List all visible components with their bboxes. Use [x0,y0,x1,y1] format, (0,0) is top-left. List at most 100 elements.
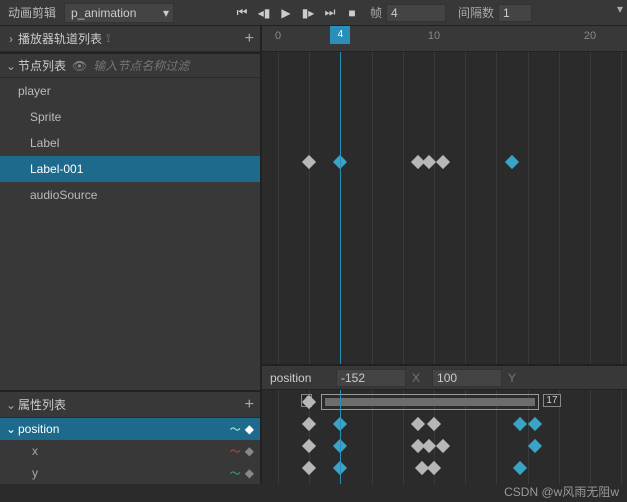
play-button[interactable]: ▶ [278,5,294,21]
keyframe[interactable] [436,155,450,169]
node-item[interactable]: audioSource [0,182,260,208]
grid-line [309,52,310,364]
keyframe-icon[interactable]: ◆ [245,466,254,480]
grid-line [278,52,279,364]
prop-key-canvas[interactable]: 417 [262,390,627,484]
prop-position[interactable]: ⌄ position 〜 ◆ [0,418,260,440]
prop-editor: position X Y 417 [262,364,627,484]
keyframe[interactable] [505,155,519,169]
chevron-down-icon: ⌄ [6,422,16,436]
playhead-line[interactable] [340,52,341,364]
props-title: 属性列表 [18,396,66,413]
chevron-down-icon[interactable]: ▾ [617,2,623,16]
chevron-down-icon[interactable]: ⌄ [6,59,16,73]
grid-line [434,52,435,364]
stop-button[interactable]: ■ [344,5,360,21]
x-label: X [412,371,420,385]
first-frame-button[interactable]: ⏮ [234,5,250,21]
clip-name: p_animation [71,6,136,20]
x-input[interactable] [336,369,406,387]
node-item[interactable]: Label [0,130,260,156]
node-item[interactable]: Sprite [0,104,260,130]
playhead-marker[interactable]: 4 [330,26,350,44]
interval-input[interactable] [498,4,532,22]
add-prop-button[interactable]: + [245,396,254,414]
clip-select[interactable]: p_animation ▾ [64,3,174,23]
nodes-title: 节点列表 [18,57,66,74]
keyframe[interactable] [513,461,527,475]
seg-end-label: 17 [543,394,560,407]
frame-label: 帧 [370,4,382,21]
prop-label: x [32,444,38,458]
nodes-header: ⌄ 节点列表 👁 [0,52,260,78]
frame-input[interactable] [386,4,446,22]
prop-y[interactable]: y 〜 ◆ [0,462,260,484]
clip-label: 动画剪辑 [0,4,64,21]
ruler-tick: 0 [275,30,281,42]
grid-line [590,52,591,364]
keyframe-canvas[interactable] [262,52,627,364]
keyframe[interactable] [436,439,450,453]
keyframe[interactable] [427,461,441,475]
playback-controls: ⏮ ◂▮ ▶ ▮▸ ⏭ ■ [234,5,360,21]
keyframe[interactable] [411,417,425,431]
grid-line [621,390,622,484]
grid-line [496,52,497,364]
props-header: ⌄ 属性列表 + [0,392,260,418]
interval-label: 间隔数 [458,4,494,21]
ruler-tick: 10 [428,30,440,42]
y-input[interactable] [432,369,502,387]
prop-x[interactable]: x 〜 ◆ [0,440,260,462]
keyframe[interactable] [427,417,441,431]
prop-value-row: position X Y [262,366,627,390]
curve-icon[interactable]: 〜 [230,421,241,437]
keyframe[interactable] [302,417,316,431]
tracks-header[interactable]: › 播放器轨道列表 ⟟ + [0,26,260,52]
watermark: CSDN @w风雨无阻w [504,483,619,500]
timeline-panel: 0 10 20 4 position X Y 417 [262,26,627,484]
keyframe[interactable] [302,439,316,453]
playhead-line[interactable] [340,390,341,484]
curve-icon[interactable]: 〜 [230,465,241,481]
toolbar: 动画剪辑 p_animation ▾ ⏮ ◂▮ ▶ ▮▸ ⏭ ■ 帧 ▾ 间隔数 [0,0,627,26]
timeline-ruler[interactable]: 0 10 20 4 [262,26,627,52]
add-track-button[interactable]: + [245,30,254,48]
grid-line [372,52,373,364]
keyframe-icon[interactable]: ◆ [245,422,254,436]
prop-editor-name: position [270,371,330,385]
keyframe[interactable] [513,417,527,431]
grid-line [465,52,466,364]
bookmark-icon: ⟟ [106,31,110,46]
node-root[interactable]: player [0,78,260,104]
properties-panel: ⌄ 属性列表 + ⌄ position 〜 ◆ x 〜 ◆ y 〜 ◆ [0,390,260,484]
grid-line [590,390,591,484]
chevron-right-icon: › [6,32,16,46]
grid-line [621,52,622,364]
keyframe[interactable] [528,417,542,431]
segment-frame[interactable] [321,394,540,410]
node-tree: player Sprite Label Label-001 audioSourc… [0,78,260,208]
last-frame-button[interactable]: ⏭ [322,5,338,21]
filter-input[interactable] [93,59,254,73]
grid-line [559,52,560,364]
frame-section: 帧 ▾ [370,4,446,22]
prop-label: position [18,422,59,436]
keyframe-icon[interactable]: ◆ [245,444,254,458]
chevron-down-icon: ▾ [163,6,169,20]
keyframe[interactable] [302,461,316,475]
ruler-tick: 20 [584,30,596,42]
keyframe[interactable] [302,155,316,169]
prop-label: y [32,466,38,480]
keyframe[interactable] [528,439,542,453]
next-frame-button[interactable]: ▮▸ [300,5,316,21]
main: › 播放器轨道列表 ⟟ + ⌄ 节点列表 👁 player Sprite Lab… [0,26,627,484]
grid-line [278,390,279,484]
grid-line [403,52,404,364]
left-panel: › 播放器轨道列表 ⟟ + ⌄ 节点列表 👁 player Sprite Lab… [0,26,262,484]
curve-icon[interactable]: 〜 [230,443,241,459]
eye-icon[interactable]: 👁 [72,59,87,73]
node-item-selected[interactable]: Label-001 [0,156,260,182]
y-label: Y [508,371,516,385]
chevron-down-icon[interactable]: ⌄ [6,398,16,412]
prev-frame-button[interactable]: ◂▮ [256,5,272,21]
